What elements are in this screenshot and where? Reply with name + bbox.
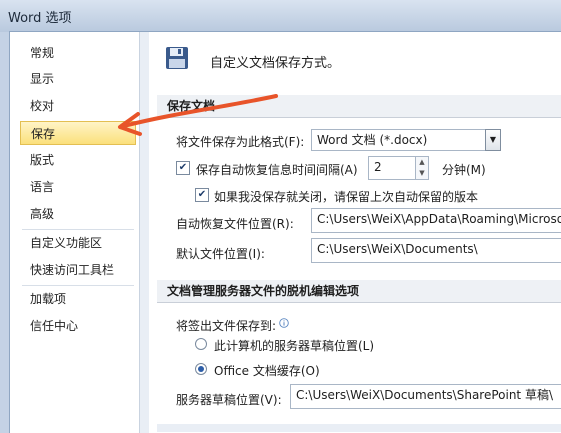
autorecover-location-label: 自动恢复文件位置(R):: [176, 217, 294, 231]
checkout-save-label: 将签出文件保存到:: [176, 319, 277, 333]
sidebar-item-layout[interactable]: 版式: [20, 148, 136, 172]
autorecover-checkbox[interactable]: ✔: [176, 161, 190, 175]
radio-office-cache-label: Office 文档缓存(O): [214, 364, 320, 378]
sidebar-item-add-ins[interactable]: 加载项: [20, 287, 136, 311]
sidebar-item-advanced[interactable]: 高级: [20, 202, 136, 226]
autorecover-label: 保存自动恢复信息时间间隔(A): [196, 163, 358, 177]
radio-server-drafts-label: 此计算机的服务器草稿位置(L): [214, 339, 375, 353]
floppy-disk-icon: [166, 47, 188, 69]
sidebar-item-general[interactable]: 常规: [20, 41, 136, 65]
window-title: Word 选项: [8, 11, 72, 26]
annotation-arrow: [118, 94, 278, 136]
page-description: 自定义文档保存方式。: [210, 56, 341, 71]
keep-last-version-checkbox[interactable]: ✔: [195, 188, 209, 202]
minutes-spinner[interactable]: ▲ ▼: [415, 156, 429, 180]
save-format-select[interactable]: Word 文档 (*.docx): [311, 129, 501, 151]
sidebar-item-display[interactable]: 显示: [20, 67, 136, 91]
sidebar-divider: [22, 285, 134, 286]
spin-down-icon[interactable]: ▼: [416, 168, 428, 179]
default-location-input[interactable]: C:\Users\WeiX\Documents\: [311, 238, 561, 263]
radio-office-cache[interactable]: [195, 363, 207, 375]
section-title: 文档管理服务器文件的脱机编辑选项: [167, 284, 360, 298]
sidebar-item-customize-ribbon[interactable]: 自定义功能区: [20, 231, 136, 255]
draft-location-input[interactable]: C:\Users\WeiX\Documents\SharePoint 草稿\: [290, 384, 561, 409]
spin-up-icon[interactable]: ▲: [416, 157, 428, 168]
default-location-label: 默认文件位置(I):: [176, 247, 265, 261]
minutes-label: 分钟(M): [442, 163, 486, 177]
radio-server-drafts[interactable]: [195, 338, 207, 350]
title-bar: Word 选项: [0, 0, 561, 32]
info-icon: [279, 318, 289, 328]
sidebar-divider: [22, 229, 134, 230]
chevron-down-icon[interactable]: ▼: [485, 129, 501, 151]
autorecover-minutes-input[interactable]: 2: [368, 156, 416, 180]
autorecover-location-input[interactable]: C:\Users\WeiX\AppData\Roaming\Microso: [311, 208, 561, 233]
sidebar-item-language[interactable]: 语言: [20, 175, 136, 199]
keep-last-version-label: 如果我没保存就关闭，请保留上次自动保留的版本: [214, 190, 479, 204]
sidebar-item-quick-access-toolbar[interactable]: 快速访问工具栏: [20, 258, 136, 282]
draft-location-label: 服务器草稿位置(V):: [176, 393, 282, 407]
sidebar-item-trust-center[interactable]: 信任中心: [20, 314, 136, 338]
next-section-header: [157, 424, 561, 432]
section-offline-editing: 文档管理服务器文件的脱机编辑选项: [157, 280, 561, 303]
